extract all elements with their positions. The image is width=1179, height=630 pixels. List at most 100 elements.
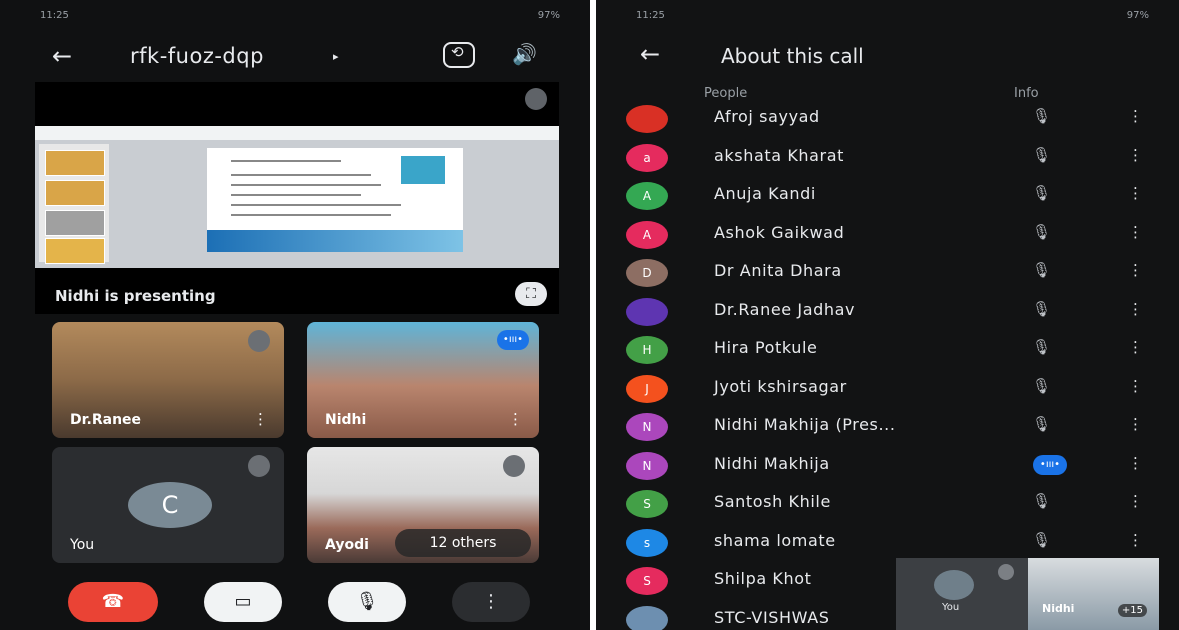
- more-options-button[interactable]: ⋮: [452, 582, 530, 622]
- slide-text-line: [231, 184, 381, 186]
- participant-name: Afroj sayyad: [714, 107, 820, 126]
- status-battery: 97%: [537, 10, 560, 21]
- more-vert-icon: ⋮: [482, 591, 500, 612]
- participant-row[interactable]: a akshata Kharat 🎙 ⋮: [596, 141, 1179, 179]
- end-call-icon: ☎: [101, 591, 125, 612]
- avatar: S: [626, 490, 668, 518]
- speaking-indicator-icon: •ııı•: [497, 330, 529, 350]
- participant-row[interactable]: A Anuja Kandi 🎙 ⋮: [596, 179, 1179, 217]
- mini-self-tile[interactable]: You: [896, 558, 1028, 630]
- participant-name: Nidhi: [325, 412, 367, 428]
- mic-off-icon: 🎙: [1032, 492, 1052, 510]
- participant-tile[interactable]: •ııı• Nidhi ⋮: [307, 322, 539, 438]
- status-bar: 11:25 97%: [40, 8, 560, 26]
- caret-right-icon[interactable]: ▸: [333, 50, 339, 63]
- presentation-view: Nidhi is presenting ⛶: [35, 82, 559, 314]
- more-vert-icon[interactable]: ⋮: [1128, 184, 1143, 202]
- avatar: S: [626, 567, 668, 595]
- participant-row[interactable]: Afroj sayyad 🎙 ⋮: [596, 102, 1179, 140]
- arrow-left-icon[interactable]: ←: [52, 42, 72, 70]
- slide-text-line: [231, 160, 341, 162]
- more-vert-icon[interactable]: ⋮: [508, 410, 523, 428]
- participant-row[interactable]: H Hira Potkule 🎙 ⋮: [596, 333, 1179, 371]
- more-vert-icon[interactable]: ⋮: [1128, 261, 1143, 279]
- participant-row[interactable]: N Nidhi Makhija (Pres... 🎙 ⋮: [596, 410, 1179, 448]
- more-vert-icon[interactable]: ⋮: [1128, 338, 1143, 356]
- participant-name: STC-VISHWAS: [714, 607, 830, 627]
- end-call-button[interactable]: ☎: [68, 582, 158, 622]
- avatar: [626, 297, 668, 326]
- avatar: [626, 605, 668, 630]
- participant-row[interactable]: Dr.Ranee Jadhav 🎙 ⋮: [596, 295, 1179, 333]
- fullscreen-icon[interactable]: ⛶: [515, 282, 547, 306]
- self-tile[interactable]: C You: [52, 447, 284, 563]
- more-vert-icon[interactable]: ⋮: [1128, 492, 1143, 510]
- presenting-label: Nidhi is presenting: [55, 287, 216, 305]
- others-count-badge[interactable]: +15: [1117, 604, 1147, 617]
- arrow-left-icon[interactable]: ←: [640, 40, 660, 68]
- shared-slide: [35, 126, 559, 268]
- mic-off-icon: 🎙: [1032, 376, 1052, 395]
- speaking-indicator-icon: •ııı•: [1033, 454, 1067, 475]
- more-vert-icon[interactable]: ⋮: [1128, 107, 1143, 125]
- switch-camera-icon[interactable]: [443, 42, 475, 68]
- avatar: N: [626, 413, 668, 441]
- avatar: a: [626, 143, 668, 172]
- slide-thumbnail: [45, 238, 105, 264]
- mic-off-icon: [525, 88, 547, 110]
- meet-call-screen: 11:25 97% ← rfk-fuoz-dqp ▸ 🔊: [0, 0, 590, 630]
- participant-name: Hira Potkule: [714, 338, 818, 357]
- slide-thumbnail: [45, 150, 105, 176]
- mini-participant-tile[interactable]: Nidhi +15: [1028, 558, 1159, 630]
- status-time: 11:25: [636, 10, 665, 21]
- participant-row[interactable]: D Dr Anita Dhara 🎙 ⋮: [596, 256, 1179, 294]
- slide-text-line: [231, 194, 361, 196]
- more-vert-icon[interactable]: ⋮: [1128, 454, 1143, 472]
- participant-row[interactable]: J Jyoti kshirsagar 🎙 ⋮: [596, 372, 1179, 410]
- participant-name: You: [70, 537, 95, 553]
- mic-off-icon: [248, 455, 270, 477]
- mic-off-icon: 🎙: [1032, 222, 1052, 241]
- mic-toggle-button[interactable]: 🎙: [328, 582, 406, 622]
- participant-name: Jyoti kshirsagar: [714, 376, 847, 396]
- more-vert-icon[interactable]: ⋮: [253, 410, 268, 428]
- more-vert-icon[interactable]: ⋮: [1128, 377, 1143, 395]
- mic-off-icon: 🎙: [1032, 107, 1052, 125]
- slide-text-line: [231, 214, 391, 216]
- about-call-screen: 11:25 97% ← About this call People Info …: [596, 0, 1179, 630]
- speaker-icon[interactable]: 🔊: [512, 42, 537, 66]
- mini-tile-label: Nidhi: [1042, 602, 1075, 615]
- participant-name: Ashok Gaikwad: [714, 222, 845, 242]
- participant-name: Shilpa Khot: [714, 569, 812, 588]
- mic-off-icon: [998, 564, 1014, 580]
- mic-off-icon: 🎙: [1032, 530, 1052, 549]
- avatar: A: [626, 220, 668, 249]
- more-vert-icon[interactable]: ⋮: [1128, 146, 1143, 164]
- mic-off-icon: 🎙: [1032, 261, 1052, 279]
- slide-toolbar: [35, 126, 559, 140]
- mic-off-icon: [503, 455, 525, 477]
- more-vert-icon[interactable]: ⋮: [1128, 415, 1143, 433]
- avatar: N: [626, 451, 668, 480]
- mic-off-icon: 🎙: [1032, 145, 1052, 164]
- avatar: s: [626, 528, 668, 557]
- participant-row[interactable]: N Nidhi Makhija •ııı• ⋮: [596, 449, 1179, 487]
- participant-row[interactable]: A Ashok Gaikwad 🎙 ⋮: [596, 218, 1179, 256]
- avatar: [934, 570, 974, 600]
- participant-name: Dr Anita Dhara: [714, 261, 842, 280]
- mic-off-icon: 🎙: [1032, 184, 1052, 202]
- others-count-badge[interactable]: 12 others: [395, 529, 531, 557]
- participant-tile[interactable]: Dr.Ranee ⋮: [52, 322, 284, 438]
- more-vert-icon[interactable]: ⋮: [1128, 300, 1143, 318]
- mic-off-icon: 🎙: [1032, 415, 1052, 433]
- camera-toggle-button[interactable]: ▭: [204, 582, 282, 622]
- mic-off-icon: 🎙: [1032, 338, 1052, 356]
- more-vert-icon[interactable]: ⋮: [1128, 223, 1143, 241]
- participant-tile[interactable]: Ayodi 12 others: [307, 447, 539, 563]
- more-vert-icon[interactable]: ⋮: [1128, 531, 1143, 549]
- status-time: 11:25: [40, 10, 69, 21]
- meeting-code[interactable]: rfk-fuoz-dqp: [130, 44, 264, 68]
- avatar: C: [128, 482, 212, 528]
- participant-row[interactable]: S Santosh Khile 🎙 ⋮: [596, 487, 1179, 525]
- slide-page: [207, 148, 463, 252]
